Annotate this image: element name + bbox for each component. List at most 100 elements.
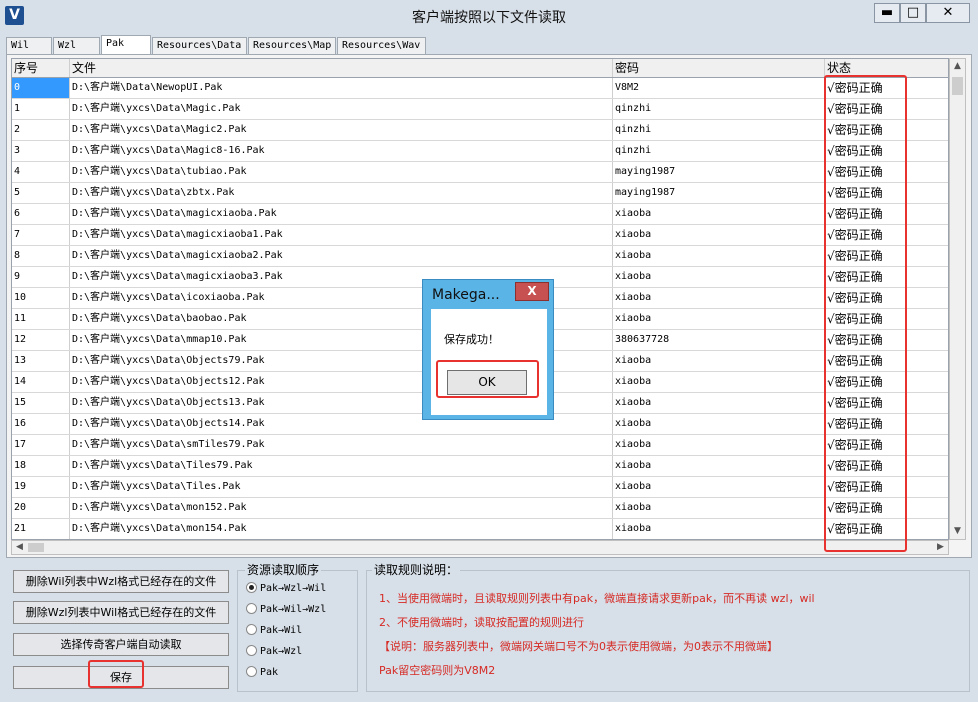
scroll-thumb-horizontal[interactable] <box>28 543 44 552</box>
table-row[interactable]: 2 D:\客户端\yxcs\Data\Magic2.Pak qinzhi √密码正确 <box>12 120 948 141</box>
row-number: 6 <box>12 204 70 224</box>
order-option-label: Pak→Wzl <box>260 646 303 657</box>
order-option-pak-wzl[interactable]: Pak→Wzl <box>246 645 302 659</box>
order-option-pak[interactable]: Pak <box>246 666 278 680</box>
password: maying1987 <box>613 183 825 203</box>
radio-unchecked-icon <box>246 603 257 614</box>
table-row[interactable]: 18 D:\客户端\yxcs\Data\Tiles79.Pak xiaoba √密码正… <box>12 456 948 477</box>
rule-line-4: Pak留空密码则为V8M2 <box>379 664 496 677</box>
file-path: D:\客户端\yxcs\Data\magicxiaoba.Pak <box>70 204 613 224</box>
password: xiaoba <box>613 309 825 329</box>
file-path: D:\客户端\yxcs\Data\Magic2.Pak <box>70 120 613 140</box>
table-row[interactable]: 21 D:\客户端\yxcs\Data\mon154.Pak xiaoba √密码正确 <box>12 519 948 539</box>
radio-checked-icon <box>246 582 257 593</box>
tab-resources-map[interactable]: Resources\Map <box>248 37 336 54</box>
rule-line-2: 2、不使用微端时，读取按配置的规则进行 <box>379 616 584 629</box>
password: xiaoba <box>613 267 825 287</box>
header-no[interactable]: 序号 <box>12 59 70 77</box>
file-path: D:\客户端\yxcs\Data\smTiles79.Pak <box>70 435 613 455</box>
vertical-scrollbar[interactable]: ▲ ▼ <box>949 58 966 540</box>
row-number: 0 <box>12 78 70 98</box>
delete-wzl-duplicates-button[interactable]: 删除Wzl列表中Wil格式已经存在的文件 <box>13 601 229 624</box>
auto-read-client-button[interactable]: 选择传奇客户端自动读取 <box>13 633 229 656</box>
scroll-left-icon[interactable]: ◀ <box>12 541 27 554</box>
file-path: D:\客户端\yxcs\Data\magicxiaoba2.Pak <box>70 246 613 266</box>
password: xiaoba <box>613 246 825 266</box>
ok-button-highlight <box>436 360 539 398</box>
file-path: D:\客户端\yxcs\Data\Magic8-16.Pak <box>70 141 613 161</box>
file-path: D:\客户端\yxcs\Data\tubiao.Pak <box>70 162 613 182</box>
row-number: 3 <box>12 141 70 161</box>
tab-resources-wav[interactable]: Resources\Wav <box>337 37 426 54</box>
rules-title: 读取规则说明： <box>372 561 461 578</box>
status-column-highlight <box>824 75 907 552</box>
bottom-panel: 删除Wil列表中Wzl格式已经存在的文件 删除Wzl列表中Wil格式已经存在的文… <box>0 558 978 702</box>
tab-wzl[interactable]: Wzl <box>53 37 100 54</box>
row-number: 12 <box>12 330 70 350</box>
horizontal-scrollbar[interactable]: ◀ ▶ <box>11 540 949 555</box>
scroll-right-icon[interactable]: ▶ <box>933 541 948 554</box>
password: V8M2 <box>613 78 825 98</box>
row-number: 7 <box>12 225 70 245</box>
header-file[interactable]: 文件 <box>70 59 613 77</box>
file-path: D:\客户端\yxcs\Data\mon152.Pak <box>70 498 613 518</box>
password: xiaoba <box>613 288 825 308</box>
order-option-pak-wzl-wil[interactable]: Pak→Wzl→Wil <box>246 582 326 596</box>
table-row[interactable]: 7 D:\客户端\yxcs\Data\magicxiaoba1.Pak xiaoba… <box>12 225 948 246</box>
row-number: 18 <box>12 456 70 476</box>
row-number: 15 <box>12 393 70 413</box>
password: maying1987 <box>613 162 825 182</box>
order-option-pak-wil-wzl[interactable]: Pak→Wil→Wzl <box>246 603 326 617</box>
tab-pak[interactable]: Pak <box>101 35 151 55</box>
tab-wil[interactable]: Wil <box>6 37 52 54</box>
table-row[interactable]: 1 D:\客户端\yxcs\Data\Magic.Pak qinzhi √密码正确 <box>12 99 948 120</box>
file-path: D:\客户端\yxcs\Data\Tiles.Pak <box>70 477 613 497</box>
password: 380637728 <box>613 330 825 350</box>
tab-resources-data[interactable]: Resources\Data <box>152 37 247 54</box>
table-row[interactable]: 0 D:\客户端\Data\NewopUI.Pak V8M2 √密码正确 <box>12 78 948 99</box>
row-number: 13 <box>12 351 70 371</box>
password: xiaoba <box>613 456 825 476</box>
row-number: 4 <box>12 162 70 182</box>
table-row[interactable]: 5 D:\客户端\yxcs\Data\zbtx.Pak maying1987 √密码正… <box>12 183 948 204</box>
order-option-label: Pak→Wil <box>260 625 303 636</box>
dialog-message: 保存成功！ <box>444 333 499 346</box>
row-number: 16 <box>12 414 70 434</box>
tab-strip: Wil Wzl Pak Resources\Data Resources\Map… <box>6 35 972 55</box>
file-path: D:\客户端\yxcs\Data\magicxiaoba1.Pak <box>70 225 613 245</box>
row-number: 10 <box>12 288 70 308</box>
table-row[interactable]: 3 D:\客户端\yxcs\Data\Magic8-16.Pak qinzhi √密码… <box>12 141 948 162</box>
dialog-close-button[interactable]: X <box>515 282 549 301</box>
table-row[interactable]: 4 D:\客户端\yxcs\Data\tubiao.Pak maying1987 √密… <box>12 162 948 183</box>
table-row[interactable]: 19 D:\客户端\yxcs\Data\Tiles.Pak xiaoba √密码正确 <box>12 477 948 498</box>
scroll-thumb[interactable] <box>952 77 963 95</box>
password: xiaoba <box>613 204 825 224</box>
row-number: 14 <box>12 372 70 392</box>
order-option-pak-wil[interactable]: Pak→Wil <box>246 624 302 638</box>
row-number: 2 <box>12 120 70 140</box>
table-row[interactable]: 17 D:\客户端\yxcs\Data\smTiles79.Pak xiaoba √密… <box>12 435 948 456</box>
maximize-button[interactable]: □ <box>900 3 926 23</box>
radio-unchecked-icon <box>246 624 257 635</box>
table-row[interactable]: 8 D:\客户端\yxcs\Data\magicxiaoba2.Pak xiaoba… <box>12 246 948 267</box>
table-row[interactable]: 20 D:\客户端\yxcs\Data\mon152.Pak xiaoba √密码正确 <box>12 498 948 519</box>
delete-wil-duplicates-button[interactable]: 删除Wil列表中Wzl格式已经存在的文件 <box>13 570 229 593</box>
table-header: 序号 文件 密码 状态 <box>12 59 948 78</box>
scroll-up-icon[interactable]: ▲ <box>950 59 965 74</box>
radio-unchecked-icon <box>246 666 257 677</box>
save-button-highlight <box>88 660 144 688</box>
table-row[interactable]: 6 D:\客户端\yxcs\Data\magicxiaoba.Pak xiaoba √… <box>12 204 948 225</box>
window-title: 客户端按照以下文件读取 <box>412 10 566 26</box>
row-number: 11 <box>12 309 70 329</box>
close-window-button[interactable]: ✕ <box>926 3 970 23</box>
row-number: 5 <box>12 183 70 203</box>
row-number: 21 <box>12 519 70 539</box>
message-dialog: Makega... X 保存成功！ OK <box>422 279 554 420</box>
minimize-button[interactable]: ▬ <box>874 3 900 23</box>
order-option-label: Pak→Wzl→Wil <box>260 583 327 594</box>
file-path: D:\客户端\Data\NewopUI.Pak <box>70 78 613 98</box>
header-password[interactable]: 密码 <box>613 59 825 77</box>
row-number: 9 <box>12 267 70 287</box>
scroll-down-icon[interactable]: ▼ <box>950 524 965 539</box>
file-path: D:\客户端\yxcs\Data\Tiles79.Pak <box>70 456 613 476</box>
